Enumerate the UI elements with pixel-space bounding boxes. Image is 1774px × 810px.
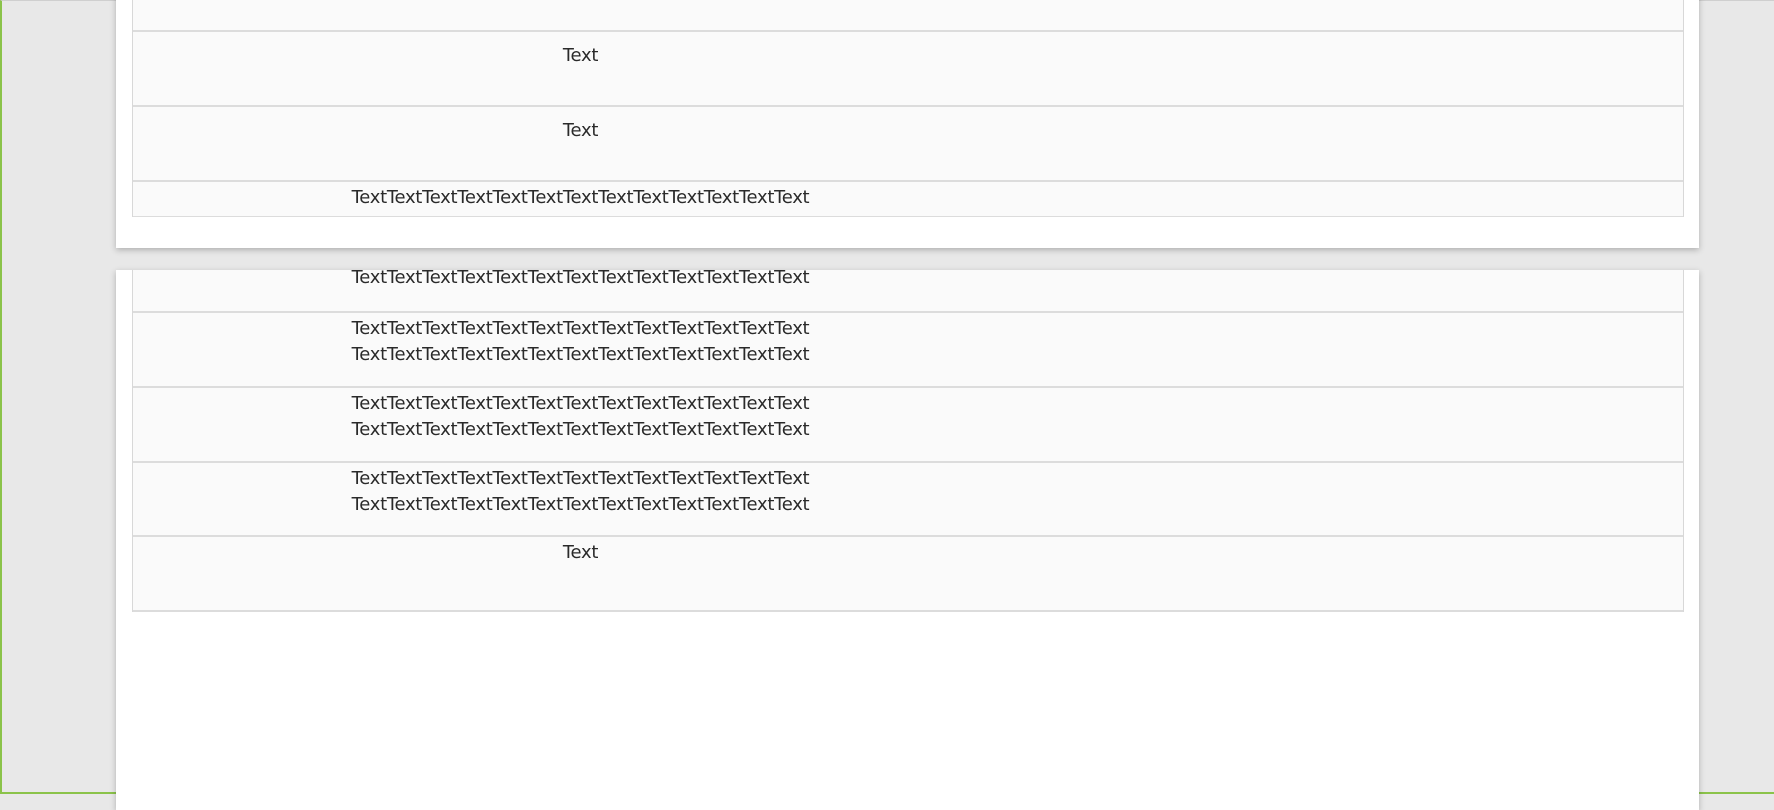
table-row: TextTextTextTextTextTextTextTextTextText… xyxy=(133,388,1683,463)
table-cell: Text xyxy=(562,542,599,563)
table-cell: TextTextTextTextTextTextTextTextTextText… xyxy=(351,318,810,365)
document-page-2: TextTextTextTextTextTextTextTextTextText… xyxy=(116,270,1699,810)
document-page-1: Text Text TextTextTextTextTextTextTextTe… xyxy=(116,0,1699,248)
table-cell: Text xyxy=(562,45,599,66)
table-cell: TextTextTextTextTextTextTextTextTextText… xyxy=(351,187,810,208)
table-cell: Text xyxy=(562,120,599,141)
table-cell: TextTextTextTextTextTextTextTextTextText… xyxy=(351,270,810,288)
table-row: TextTextTextTextTextTextTextTextTextText… xyxy=(133,313,1683,388)
table-row: TextTextTextTextTextTextTextTextTextText… xyxy=(133,270,1683,313)
table-cell: TextTextTextTextTextTextTextTextTextText… xyxy=(351,393,810,440)
table-row: TextTextTextTextTextTextTextTextTextText… xyxy=(133,463,1683,537)
table-row xyxy=(133,0,1683,32)
table-row: Text xyxy=(133,107,1683,182)
table-row: TextTextTextTextTextTextTextTextTextText… xyxy=(133,182,1683,217)
document-table: TextTextTextTextTextTextTextTextTextText… xyxy=(132,270,1684,612)
table-row: Text xyxy=(133,32,1683,107)
table-row: Text xyxy=(133,537,1683,612)
document-table: Text Text TextTextTextTextTextTextTextTe… xyxy=(132,0,1684,217)
table-cell: TextTextTextTextTextTextTextTextTextText… xyxy=(351,468,810,515)
